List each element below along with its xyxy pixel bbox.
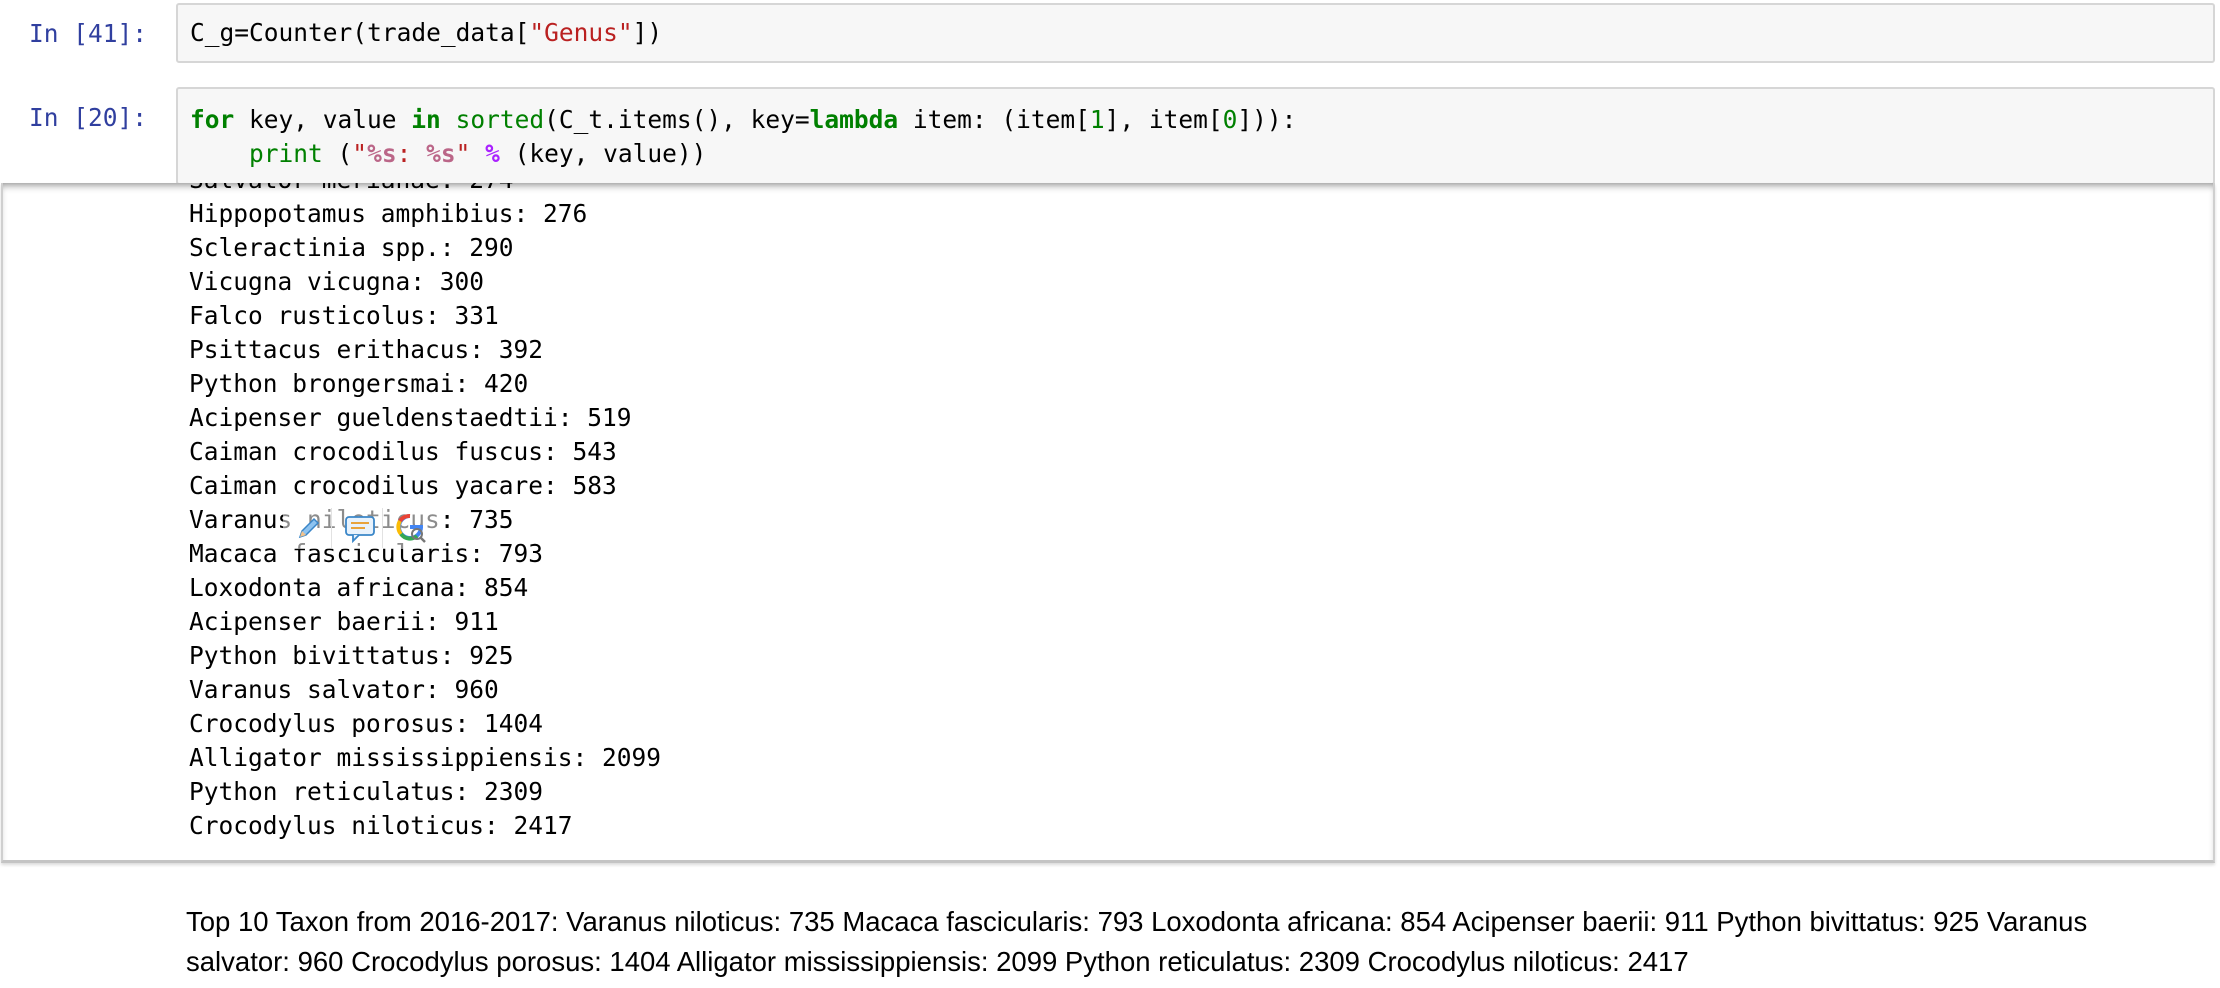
output-line: Python reticulatus: 2309 [189,777,544,806]
output-line: Salvator merianae: 274 [189,183,514,197]
markdown-line: salvator: 960 Crocodylus porosus: 1404 A… [186,946,1689,977]
output-line: Hippopotamus amphibius: 276 [189,199,588,228]
output-line: Crocodylus porosus: 1404 [189,709,544,738]
output-line: Caiman crocodilus yacare: 583 [189,471,617,500]
pencil-icon[interactable] [287,508,332,548]
code-line: print ("%s: %s" % (key, value)) [249,139,707,168]
output-line: Alligator mississippiensis: 2099 [189,743,662,772]
output-line: Psittacus erithacus: 392 [189,335,544,364]
output-line: Python brongersmai: 420 [189,369,529,398]
comment-icon[interactable] [338,508,383,548]
output-line: Vicugna vicugna: 300 [189,267,485,296]
code-line: for key, value in sorted(C_t.items(), ke… [190,105,1297,134]
output-line: Acipenser baerii: 911 [189,607,499,636]
code-line: C_g=Counter(trade_data["Genus"]) [190,18,663,47]
output-line: Loxodonta africana: 854 [189,573,529,602]
markdown-cell[interactable]: Top 10 Taxon from 2016-2017: Varanus nil… [186,902,2186,982]
output-line: Varanus salvator: 960 [189,675,499,704]
output-scroll-area[interactable]: Salvator merianae: 274 Hippopotamus amph… [1,183,2215,863]
output-line: Falco rusticolus: 331 [189,301,499,330]
code-input[interactable]: C_g=Counter(trade_data["Genus"]) [176,3,2215,63]
markdown-line: Top 10 Taxon from 2016-2017: Varanus nil… [186,906,2088,937]
output-line: Python bivittatus: 925 [189,641,514,670]
output-line: Acipenser gueldenstaedtii: 519 [189,403,632,432]
input-prompt: In [41]: [29,19,148,48]
selection-toolbar [283,507,445,549]
output-line: Caiman crocodilus fuscus: 543 [189,437,617,466]
google-search-icon[interactable] [389,508,433,548]
output-line: Crocodylus niloticus: 2417 [189,811,573,840]
input-prompt: In [20]: [29,103,148,132]
code-input[interactable]: for key, value in sorted(C_t.items(), ke… [176,87,2215,185]
output-line: Scleractinia spp.: 290 [189,233,514,262]
